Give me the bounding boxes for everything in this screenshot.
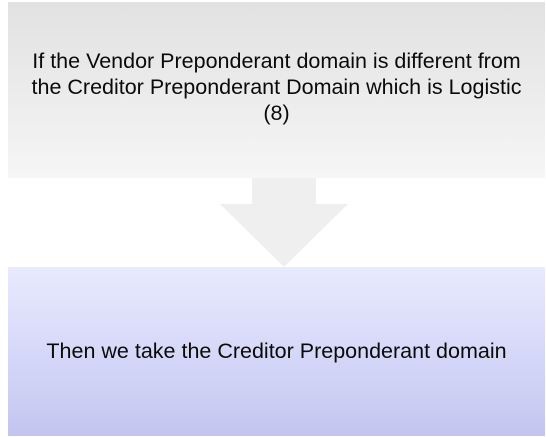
down-arrow-shape <box>220 178 348 267</box>
result-box: Then we take the Creditor Preponderant d… <box>8 267 545 436</box>
result-text: Then we take the Creditor Preponderant d… <box>46 338 507 363</box>
